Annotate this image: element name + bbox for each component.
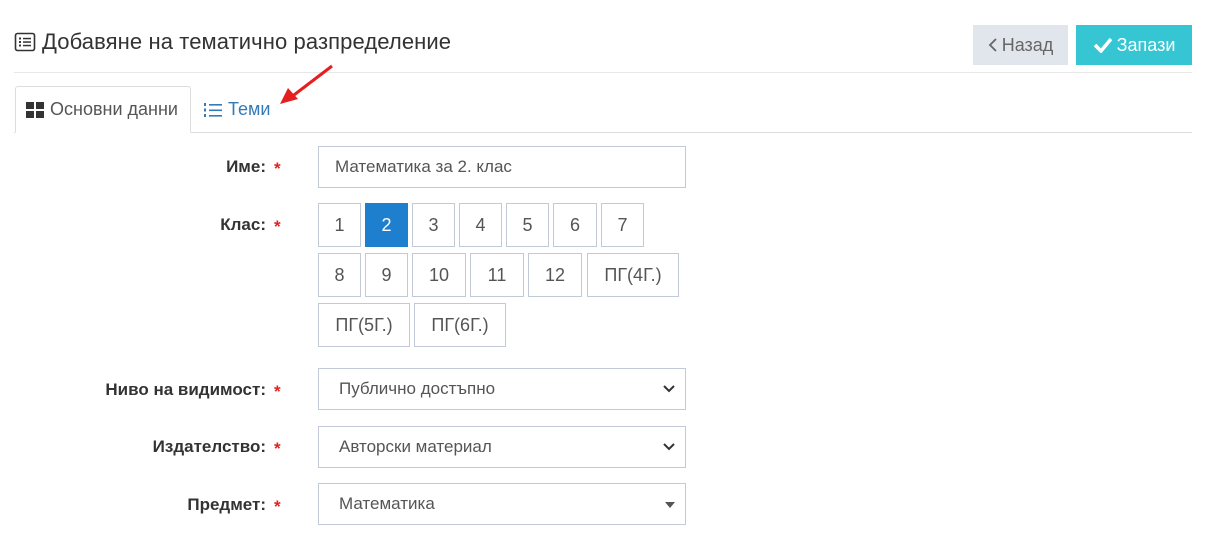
annotation-arrow-icon (280, 64, 333, 104)
tabs-bar: Основни данни Теми (14, 86, 1192, 133)
grade-label: Клас: (220, 215, 266, 234)
visibility-required-mark: * (274, 382, 281, 401)
subject-select[interactable]: Математика (318, 483, 686, 525)
visibility-select-value: Публично достъпно (339, 379, 496, 398)
grade-option-7[interactable]: 7 (601, 203, 644, 247)
grid-icon (26, 101, 44, 118)
check-icon (1093, 37, 1112, 53)
grade-required-mark: * (274, 217, 281, 236)
grade-option-12[interactable]: 12 (528, 253, 582, 297)
page-title: Добавяне на тематично разпределение (42, 29, 452, 54)
name-required-mark: * (274, 159, 281, 178)
grade-option-1[interactable]: 1 (318, 203, 361, 247)
grade-option-pg5[interactable]: ПГ(5Г.) (318, 303, 410, 347)
back-button-label: Назад (1001, 34, 1054, 55)
grade-option-8[interactable]: 8 (318, 253, 361, 297)
ordered-list-icon (204, 102, 222, 117)
page-header: Добавяне на тематично разпределение Наза… (14, 25, 1192, 73)
save-button-label: Запази (1116, 34, 1176, 55)
chevron-left-icon (988, 38, 997, 52)
grade-option-10[interactable]: 10 (412, 253, 466, 297)
subject-select-value: Математика (339, 494, 435, 513)
save-button[interactable]: Запази (1076, 25, 1192, 65)
grade-option-9[interactable]: 9 (365, 253, 408, 297)
name-input[interactable] (318, 146, 686, 188)
grade-option-6[interactable]: 6 (553, 203, 597, 247)
publisher-select[interactable]: Авторски материал (318, 426, 686, 468)
tab-basic-data[interactable]: Основни данни (15, 86, 191, 133)
visibility-label: Ниво на видимост: (105, 380, 266, 399)
subject-required-mark: * (274, 497, 281, 516)
list-alt-icon (14, 32, 36, 52)
publisher-label: Издателство: (152, 437, 266, 456)
grade-option-4[interactable]: 4 (459, 203, 502, 247)
grade-option-pg6[interactable]: ПГ(6Г.) (414, 303, 506, 347)
name-label: Име: (226, 157, 266, 176)
publisher-select-value: Авторски материал (339, 437, 492, 456)
grade-option-2[interactable]: 2 (365, 203, 408, 247)
caret-down-icon (665, 502, 675, 508)
grade-option-pg4[interactable]: ПГ(4Г.) (587, 253, 679, 297)
subject-label: Предмет: (187, 495, 266, 514)
publisher-required-mark: * (274, 439, 281, 458)
tab-basic-data-label: Основни данни (50, 99, 178, 119)
chevron-down-icon (663, 443, 675, 451)
grade-option-3[interactable]: 3 (412, 203, 455, 247)
chevron-down-icon (663, 385, 675, 393)
tab-topics-label: Теми (228, 99, 271, 119)
visibility-select[interactable]: Публично достъпно (318, 368, 686, 410)
grade-option-5[interactable]: 5 (506, 203, 549, 247)
back-button[interactable]: Назад (973, 25, 1068, 65)
page-title-wrap: Добавяне на тематично разпределение (14, 29, 451, 55)
grade-option-11[interactable]: 11 (470, 253, 524, 297)
